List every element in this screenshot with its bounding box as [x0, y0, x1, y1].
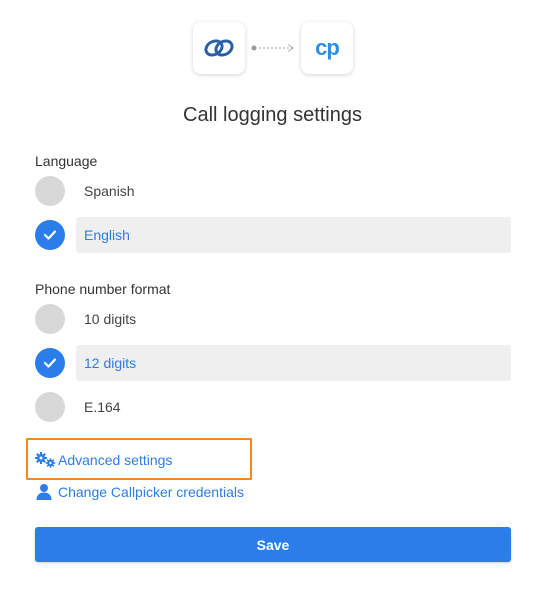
checkmark-icon [43, 358, 57, 368]
radio-unchecked-icon[interactable] [35, 304, 65, 334]
callpicker-logo-box: cp [301, 22, 353, 74]
radio-checked-icon[interactable] [35, 220, 65, 250]
option-label: 10 digits [84, 311, 137, 327]
gears-icon [35, 452, 56, 468]
option-label: Spanish [84, 183, 135, 199]
language-label: Language [35, 153, 98, 169]
radio-unchecked-icon[interactable] [35, 392, 65, 422]
change-credentials-link[interactable]: Change Callpicker credentials [34, 483, 244, 501]
callpicker-cp-icon: cp [315, 35, 340, 60]
checkmark-icon [43, 230, 57, 240]
zoho-link-icon [204, 39, 234, 57]
option-label: E.164 [84, 399, 121, 415]
radio-unchecked-icon[interactable] [35, 176, 65, 206]
zoho-logo-box [193, 22, 245, 74]
advanced-settings-link[interactable]: Advanced settings [34, 451, 172, 469]
change-credentials-label[interactable]: Change Callpicker credentials [58, 484, 244, 500]
option-label: 12 digits [76, 345, 511, 381]
phone-format-option-10-digits[interactable]: 10 digits [35, 301, 511, 337]
phone-format-option-12-digits[interactable]: 12 digits [35, 345, 511, 381]
radio-checked-icon[interactable] [35, 348, 65, 378]
call-logging-settings-page: cp Call logging settings Language Spanis… [0, 0, 545, 594]
page-title: Call logging settings [183, 104, 362, 126]
user-icon [36, 484, 52, 500]
phone-format-label: Phone number format [35, 281, 171, 297]
language-option-spanish[interactable]: Spanish [35, 173, 511, 209]
phone-format-option-e164[interactable]: E.164 [35, 389, 511, 425]
language-option-english[interactable]: English [35, 217, 511, 253]
option-label: English [76, 217, 511, 253]
advanced-settings-label[interactable]: Advanced settings [58, 452, 172, 468]
save-button[interactable]: Save [35, 527, 511, 562]
dotted-arrow-icon [251, 44, 294, 52]
